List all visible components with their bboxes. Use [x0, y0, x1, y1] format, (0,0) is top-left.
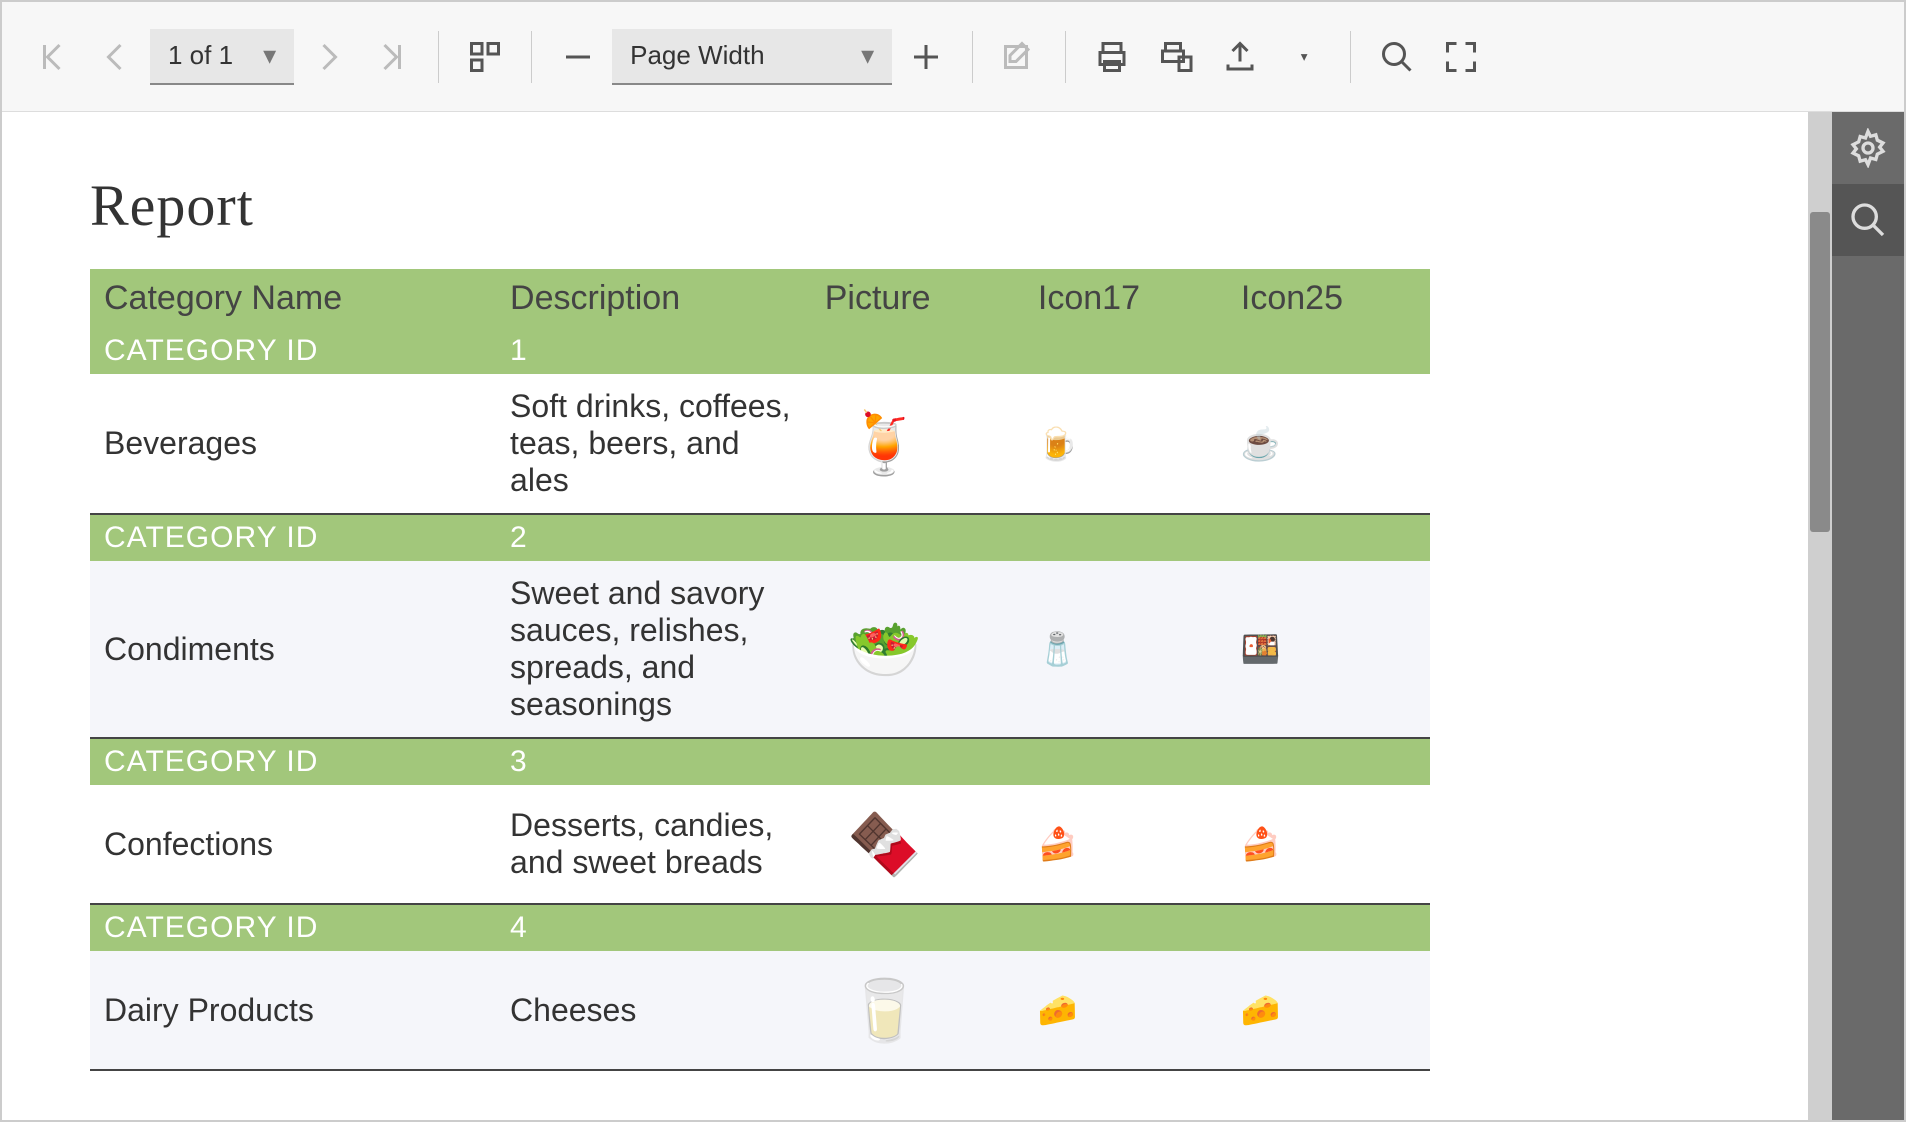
report-title: Report [90, 172, 1744, 239]
fullscreen-button[interactable] [1431, 27, 1491, 87]
cell-picture: 🥗 [811, 561, 1024, 738]
table-row: BeveragesSoft drinks, coffees, teas, bee… [90, 374, 1430, 514]
icon25-icon: 🍱 [1241, 631, 1281, 667]
scrollbar-thumb[interactable] [1810, 212, 1830, 532]
group-id-value: 2 [496, 514, 1430, 561]
picture-icon: 🍫 [825, 799, 945, 889]
cell-icon25: 🍰 [1227, 785, 1430, 904]
print-button[interactable] [1082, 27, 1142, 87]
picture-icon: 🍹 [825, 399, 945, 489]
col-header-desc: Description [496, 269, 811, 328]
chevron-down-icon: ▾ [263, 40, 276, 71]
cell-icon17: 🍰 [1024, 785, 1227, 904]
group-header-row: CATEGORY ID1 [90, 328, 1430, 374]
export-dropdown-button[interactable]: ▾ [1274, 27, 1334, 87]
cell-name: Beverages [90, 374, 496, 514]
first-page-button[interactable] [22, 27, 82, 87]
cell-picture: 🍫 [811, 785, 1024, 904]
icon17-icon: 🍰 [1038, 826, 1078, 862]
cell-icon25: 🧀 [1227, 951, 1430, 1070]
icon17-icon: 🧀 [1038, 992, 1078, 1028]
edit-fields-button[interactable] [989, 27, 1049, 87]
group-label: CATEGORY ID [90, 328, 496, 374]
report-page: Report Category Name Description Picture… [30, 132, 1804, 1120]
export-button[interactable] [1210, 27, 1270, 87]
group-label: CATEGORY ID [90, 738, 496, 785]
col-header-name: Category Name [90, 269, 496, 328]
side-panel [1832, 112, 1904, 1120]
table-row: CondimentsSweet and savory sauces, relis… [90, 561, 1430, 738]
cell-icon25: 🍱 [1227, 561, 1430, 738]
picture-icon: 🥗 [825, 604, 945, 694]
col-header-icon25: Icon25 [1227, 269, 1430, 328]
cell-desc: Cheeses [496, 951, 811, 1070]
toolbar: 1 of 1 ▾ Page Width ▾ [2, 2, 1904, 112]
print-page-button[interactable] [1146, 27, 1206, 87]
cell-desc: Desserts, candies, and sweet breads [496, 785, 811, 904]
group-label: CATEGORY ID [90, 514, 496, 561]
group-label: CATEGORY ID [90, 904, 496, 951]
group-id-value: 4 [496, 904, 1430, 951]
separator [1065, 31, 1066, 83]
zoom-select-value: Page Width [630, 40, 764, 71]
zoom-select[interactable]: Page Width ▾ [612, 29, 892, 85]
cell-picture: 🥛 [811, 951, 1024, 1070]
chevron-down-icon: ▾ [1301, 49, 1308, 65]
table-header-row: Category Name Description Picture Icon17… [90, 269, 1430, 328]
icon25-icon: 🧀 [1241, 992, 1281, 1028]
picture-icon: 🥛 [825, 965, 945, 1055]
icon25-icon: 🍰 [1241, 826, 1281, 862]
page-select-value: 1 of 1 [168, 40, 233, 71]
group-header-row: CATEGORY ID4 [90, 904, 1430, 951]
cell-name: Confections [90, 785, 496, 904]
next-page-button[interactable] [298, 27, 358, 87]
search-button[interactable] [1367, 27, 1427, 87]
col-header-icon17: Icon17 [1024, 269, 1227, 328]
table-row: ConfectionsDesserts, candies, and sweet … [90, 785, 1430, 904]
group-header-row: CATEGORY ID2 [90, 514, 1430, 561]
zoom-out-button[interactable] [548, 27, 608, 87]
icon25-icon: ☕ [1241, 426, 1281, 462]
icon17-icon: 🍺 [1038, 426, 1078, 462]
multipage-view-button[interactable] [455, 27, 515, 87]
table-row: Dairy ProductsCheeses🥛 🧀 🧀 [90, 951, 1430, 1070]
cell-icon17: 🧂 [1024, 561, 1227, 738]
cell-picture: 🍹 [811, 374, 1024, 514]
cell-desc: Soft drinks, coffees, teas, beers, and a… [496, 374, 811, 514]
cell-name: Dairy Products [90, 951, 496, 1070]
cell-icon25: ☕ [1227, 374, 1430, 514]
cell-icon17: 🧀 [1024, 951, 1227, 1070]
cell-desc: Sweet and savory sauces, relishes, sprea… [496, 561, 811, 738]
separator [1350, 31, 1351, 83]
report-table: Category Name Description Picture Icon17… [90, 269, 1430, 1071]
settings-panel-button[interactable] [1832, 112, 1904, 184]
document-viewport[interactable]: Report Category Name Description Picture… [2, 112, 1832, 1120]
prev-page-button[interactable] [86, 27, 146, 87]
col-header-pic: Picture [811, 269, 1024, 328]
separator [972, 31, 973, 83]
cell-icon17: 🍺 [1024, 374, 1227, 514]
cell-name: Condiments [90, 561, 496, 738]
separator [531, 31, 532, 83]
chevron-down-icon: ▾ [861, 40, 874, 71]
separator [438, 31, 439, 83]
group-header-row: CATEGORY ID3 [90, 738, 1430, 785]
last-page-button[interactable] [362, 27, 422, 87]
page-select[interactable]: 1 of 1 ▾ [150, 29, 294, 85]
group-id-value: 1 [496, 328, 1430, 374]
search-panel-button[interactable] [1832, 184, 1904, 256]
scrollbar-track[interactable] [1808, 112, 1832, 1120]
icon17-icon: 🧂 [1038, 631, 1078, 667]
group-id-value: 3 [496, 738, 1430, 785]
zoom-in-button[interactable] [896, 27, 956, 87]
